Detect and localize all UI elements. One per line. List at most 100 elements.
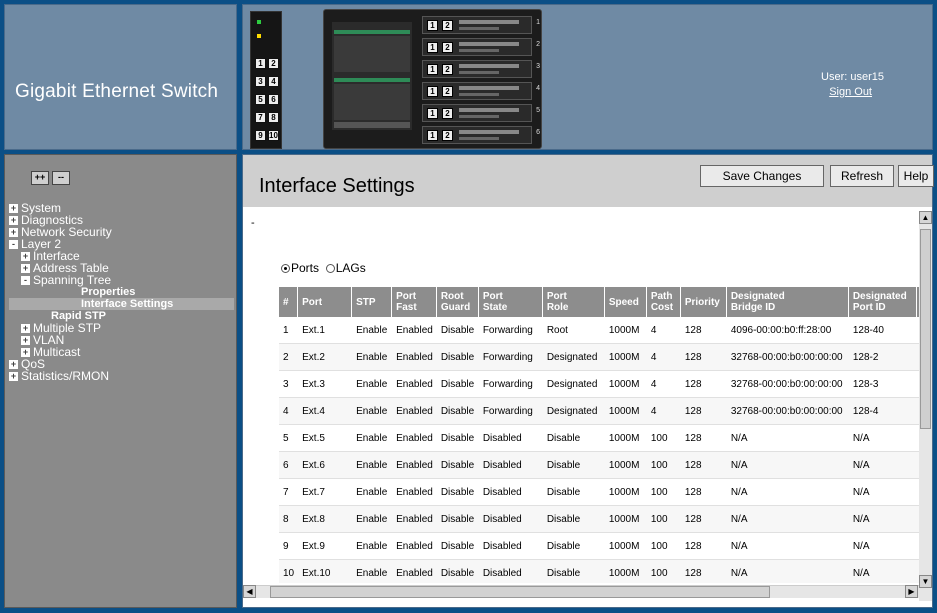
table-cell: Disable bbox=[542, 506, 605, 533]
table-cell: 100 bbox=[646, 560, 681, 583]
table-cell: 7 bbox=[279, 479, 299, 506]
table-row[interactable]: 6 Ext.6 Enable Enabled Disable Disabled Disabl… bbox=[279, 452, 919, 479]
table-cell: Disable bbox=[436, 425, 479, 452]
slot-port-label: 2 bbox=[442, 42, 453, 53]
table-cell: 6 bbox=[279, 452, 299, 479]
table-row[interactable]: 9 Ext.9 Enable Enabled Disable Disabled Disabl… bbox=[279, 533, 919, 560]
table-row[interactable]: 3 Ext.3 Enable Enabled Disable Forwarding Desi… bbox=[279, 371, 919, 398]
table-cell: 128 bbox=[680, 425, 727, 452]
refresh-button[interactable]: Refresh bbox=[830, 165, 894, 187]
table-cell: Disable bbox=[542, 425, 605, 452]
column-header: Designated Bridge ID bbox=[726, 287, 849, 317]
table-cell: Enabled bbox=[392, 533, 437, 560]
table-cell: Enable bbox=[352, 344, 393, 371]
collapse-all-button[interactable]: -- bbox=[52, 171, 70, 185]
table-cell: 9 bbox=[279, 533, 299, 560]
table-cell: Enable bbox=[352, 479, 393, 506]
table-cell: N/A bbox=[848, 533, 917, 560]
slot-port-label: 1 bbox=[427, 130, 438, 141]
table-row[interactable]: 1 Ext.1 Enable Enabled Disable Forwarding Root… bbox=[279, 317, 919, 344]
table-row[interactable]: 4 Ext.4 Enable Enabled Disable Forwarding Desi… bbox=[279, 398, 919, 425]
switch-front-panel: 1 2 3 4 5 6 7 8 9 10 bbox=[250, 11, 282, 149]
table-cell: Enabled bbox=[392, 452, 437, 479]
table-cell: Disabled bbox=[478, 560, 543, 583]
nav-item-properties[interactable]: Properties bbox=[9, 286, 234, 298]
table-cell: 1 bbox=[279, 317, 299, 344]
user-label: User: user15 bbox=[821, 71, 884, 83]
table-cell: 2 bbox=[279, 344, 299, 371]
table-cell: Disable bbox=[436, 344, 479, 371]
help-button[interactable]: Help bbox=[898, 165, 934, 187]
table-cell: 128-40 bbox=[848, 317, 917, 344]
expand-icon: + bbox=[21, 335, 30, 345]
table-cell: Disabled bbox=[478, 506, 543, 533]
table-cell: Enabled bbox=[392, 371, 437, 398]
table-cell: 100 bbox=[646, 533, 681, 560]
table-cell: Designated bbox=[542, 371, 605, 398]
table-cell: Disabled bbox=[478, 452, 543, 479]
table-row[interactable]: 2 Ext.2 Enable Enabled Disable Forwarding Desi… bbox=[279, 344, 919, 371]
content-panel: Interface Settings Save Changes Refresh … bbox=[242, 154, 934, 608]
table-cell: Disable bbox=[436, 479, 479, 506]
column-header: Port Fast bbox=[392, 287, 437, 317]
table-cell: Enable bbox=[352, 533, 393, 560]
scroll-left-icon[interactable]: ◀ bbox=[243, 585, 256, 598]
slot-port-label: 2 bbox=[442, 86, 453, 97]
nav-item-statistics-rmon[interactable]: + Statistics/RMON bbox=[9, 370, 234, 382]
table-cell: Disable bbox=[436, 533, 479, 560]
table-cell: Disable bbox=[436, 371, 479, 398]
scroll-down-icon[interactable]: ▼ bbox=[919, 575, 932, 588]
table-cell: 32768-00:00:b0:00:00:00 bbox=[726, 371, 849, 398]
nav-item-interface-settings[interactable]: Interface Settings bbox=[9, 298, 234, 310]
expand-icon: + bbox=[9, 371, 18, 381]
ports-radio[interactable] bbox=[281, 264, 290, 273]
table-cell: 1000M bbox=[604, 452, 647, 479]
table-cell: 1000M bbox=[604, 371, 647, 398]
expand-all-button[interactable]: ++ bbox=[31, 171, 49, 185]
table-cell: 1000M bbox=[604, 398, 647, 425]
table-cell: Designated bbox=[542, 398, 605, 425]
table-cell: Designated bbox=[542, 344, 605, 371]
scroll-up-icon[interactable]: ▲ bbox=[919, 211, 932, 224]
table-cell: 32768-00:00:b0:00:00:00 bbox=[726, 398, 849, 425]
slot-port-label: 2 bbox=[442, 108, 453, 119]
column-header: Priority bbox=[680, 287, 727, 317]
port-number-label: 3 bbox=[255, 76, 266, 87]
horizontal-scroll-thumb[interactable] bbox=[270, 586, 770, 598]
expand-icon: + bbox=[9, 215, 18, 225]
chassis-slot: 12 3 bbox=[422, 60, 540, 78]
table-cell: Root bbox=[542, 317, 605, 344]
table-cell: 5 bbox=[279, 425, 299, 452]
table-row[interactable]: 5 Ext.5 Enable Enabled Disable Disabled Disabl… bbox=[279, 425, 919, 452]
slot-number: 2 bbox=[536, 41, 540, 48]
lags-radio[interactable] bbox=[325, 264, 335, 273]
vertical-scroll-thumb[interactable] bbox=[920, 229, 931, 429]
table-row[interactable]: 8 Ext.8 Enable Enabled Disable Disabled Disabl… bbox=[279, 506, 919, 533]
table-row[interactable]: 10 Ext.10 Enable Enabled Disable Disabled Disa… bbox=[279, 560, 919, 583]
slot-indicator bbox=[459, 137, 499, 140]
table-cell: Enabled bbox=[392, 560, 437, 583]
slot-indicator bbox=[459, 27, 499, 30]
vertical-scrollbar[interactable]: ▲ ▼ bbox=[919, 211, 932, 601]
nav-item-spanning-tree[interactable]: - Spanning Tree bbox=[9, 274, 234, 286]
table-cell: 100 bbox=[646, 425, 681, 452]
table-cell: N/A bbox=[848, 452, 917, 479]
table-cell: 4 bbox=[279, 398, 299, 425]
slot-port-label: 1 bbox=[427, 86, 438, 97]
column-header: Path Cost bbox=[646, 287, 681, 317]
slot-indicator bbox=[459, 71, 499, 74]
interface-settings-table-wrap: # Port STP Port Fast Root Guard Port State Port Ro… bbox=[279, 287, 919, 583]
table-cell: 1000M bbox=[604, 479, 647, 506]
save-changes-button[interactable]: Save Changes bbox=[700, 165, 824, 187]
table-row[interactable]: 7 Ext.7 Enable Enabled Disable Disabled Disabl… bbox=[279, 479, 919, 506]
app-title: Gigabit Ethernet Switch bbox=[15, 81, 219, 102]
horizontal-scrollbar[interactable] bbox=[256, 585, 919, 598]
table-cell: 128-2 bbox=[848, 344, 917, 371]
table-cell: Ext.1 bbox=[298, 317, 353, 344]
scroll-right-icon[interactable]: ▶ bbox=[905, 585, 918, 598]
table-header-row: # Port STP Port Fast Root Guard Port State Port Ro… bbox=[279, 287, 919, 317]
port-number-label: 4 bbox=[268, 76, 279, 87]
table-cell: 100 bbox=[646, 452, 681, 479]
sign-out-link[interactable]: Sign Out bbox=[829, 86, 872, 98]
page-title: Interface Settings bbox=[259, 175, 415, 197]
